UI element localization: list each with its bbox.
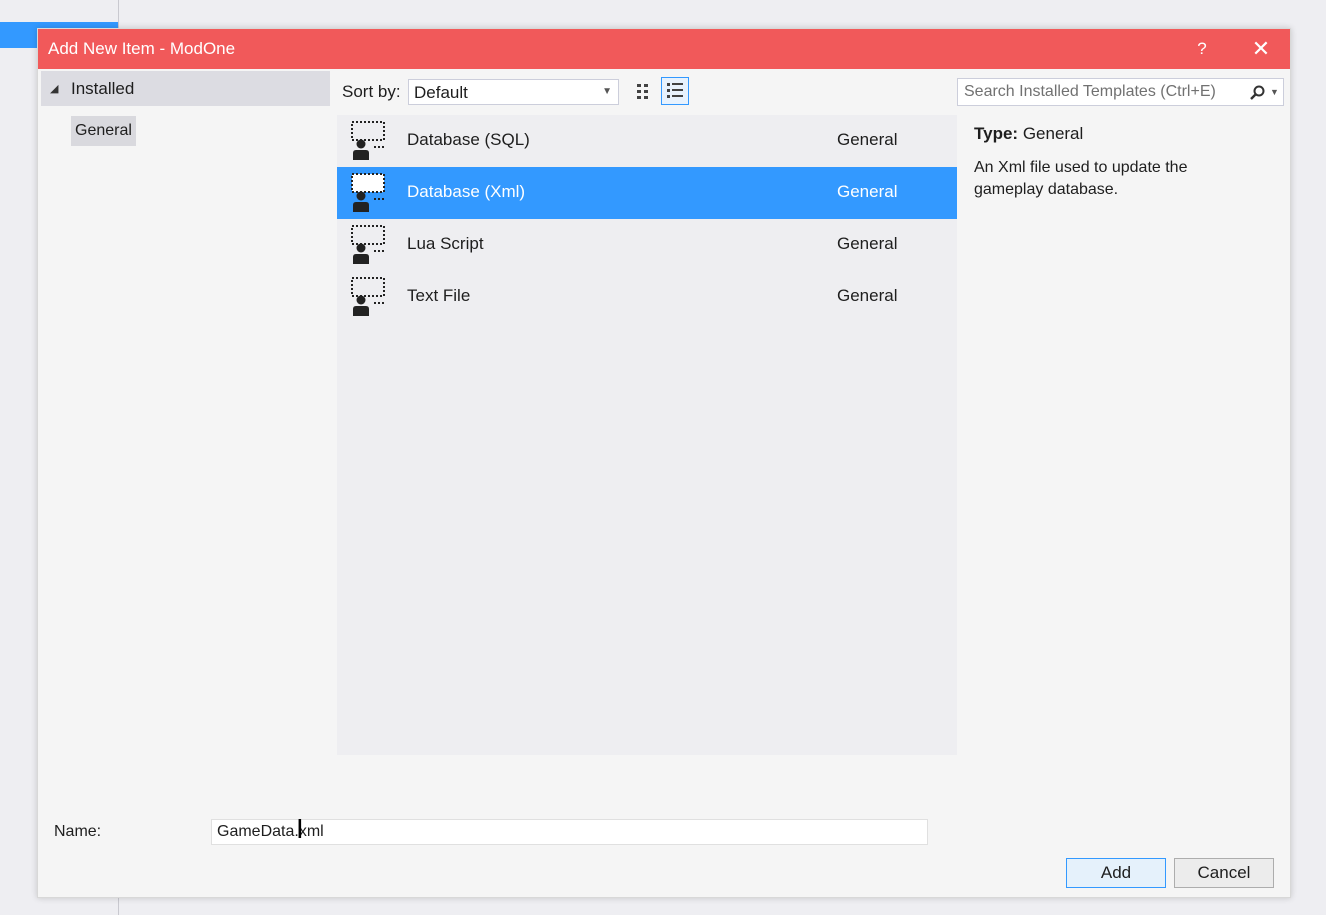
template-item-database-sql[interactable]: Database (SQL) General <box>337 115 957 167</box>
tree-node-installed[interactable]: ◢ Installed <box>41 71 330 106</box>
background-divider <box>118 897 119 915</box>
search-icon[interactable] <box>1248 84 1266 102</box>
dialog-title: Add New Item - ModOne <box>48 39 236 58</box>
template-file-icon <box>347 223 389 267</box>
detail-description: An Xml file used to update the gameplay … <box>974 159 1188 198</box>
template-item-lua-script[interactable]: Lua Script General <box>337 219 957 271</box>
template-item-text-file[interactable]: Text File General <box>337 271 957 323</box>
sort-by-dropdown[interactable]: Default ▼ <box>408 79 619 105</box>
detail-type: Type: General <box>974 124 1083 144</box>
add-button[interactable]: Add <box>1066 858 1166 888</box>
sort-by-value: Default <box>414 83 468 102</box>
search-placeholder: Search Installed Templates (Ctrl+E) <box>964 83 1216 100</box>
detail-type-value: General <box>1022 124 1084 143</box>
template-item-category: General <box>837 286 898 305</box>
grid-view-icon[interactable] <box>632 79 658 105</box>
tree-node-installed-label: Installed <box>71 79 135 98</box>
template-item-category: General <box>837 182 898 201</box>
tree-node-general[interactable]: General <box>71 116 136 146</box>
template-item-name: Database (Xml) <box>407 182 526 201</box>
cancel-button[interactable]: Cancel <box>1174 858 1274 888</box>
template-file-icon <box>347 275 389 319</box>
chevron-down-icon: ▼ <box>602 86 612 97</box>
chevron-down-icon[interactable]: ▼ <box>1270 87 1279 97</box>
name-input[interactable] <box>211 819 928 845</box>
text-cursor-icon: I <box>296 815 304 845</box>
detail-type-label: Type: <box>974 124 1019 143</box>
collapse-arrow-icon[interactable]: ◢ <box>50 82 58 95</box>
sort-by-label: Sort by: <box>342 82 401 101</box>
add-new-item-dialog: Add New Item - ModOne ? ✕ ◢ Installed Ge… <box>37 28 1291 898</box>
dialog-titlebar[interactable]: Add New Item - ModOne ? ✕ <box>38 29 1290 69</box>
template-item-name: Text File <box>407 286 471 305</box>
list-view-icon[interactable] <box>661 77 689 105</box>
template-item-name: Lua Script <box>407 234 484 253</box>
help-button[interactable]: ? <box>1192 38 1212 60</box>
name-label: Name: <box>54 823 102 840</box>
background-divider <box>118 0 119 30</box>
template-item-database-xml[interactable]: Database (Xml) General <box>337 167 957 219</box>
template-file-icon <box>347 119 389 163</box>
search-templates-input[interactable]: Search Installed Templates (Ctrl+E) ▼ <box>957 78 1284 106</box>
close-button[interactable]: ✕ <box>1250 38 1272 60</box>
template-item-category: General <box>837 130 898 149</box>
template-list: Database (SQL) General Database (Xml) Ge… <box>337 115 957 755</box>
template-item-name: Database (SQL) <box>407 130 530 149</box>
template-item-category: General <box>837 234 898 253</box>
template-file-icon <box>347 171 389 215</box>
